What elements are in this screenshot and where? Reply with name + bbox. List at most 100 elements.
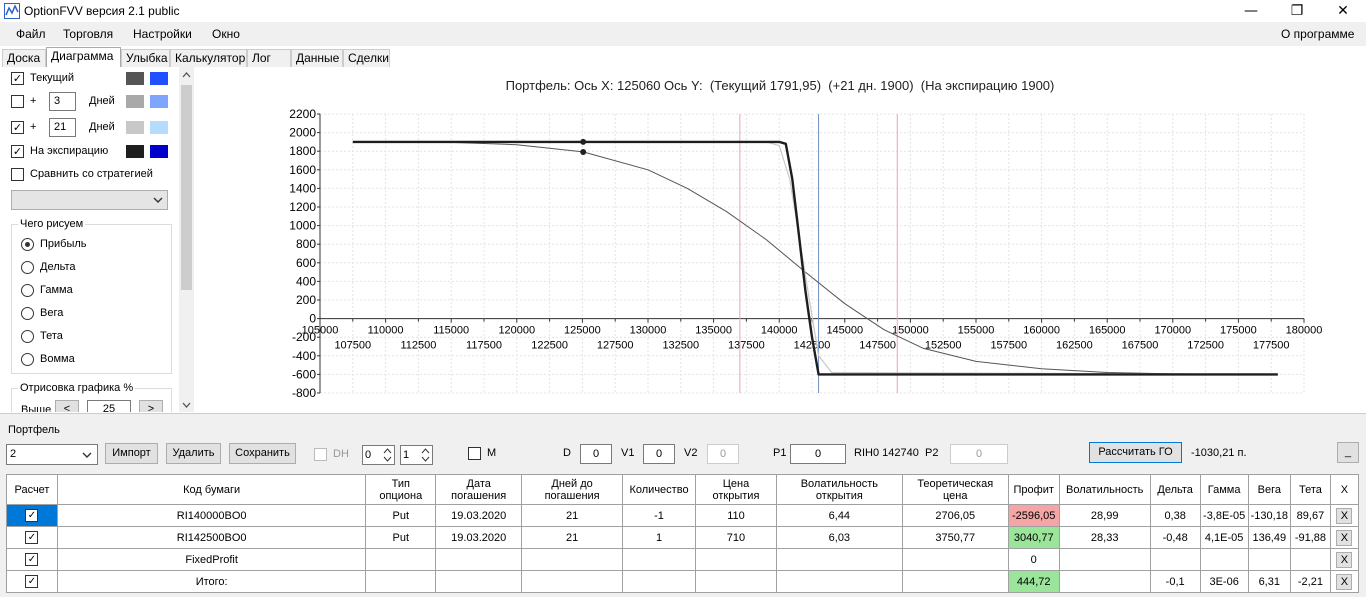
cell-profit[interactable]: 0 [1007,548,1060,571]
d-input[interactable]: 0 [580,444,612,464]
cell-gamma[interactable] [1199,548,1249,571]
tab-calculator[interactable]: Калькулятор [170,49,247,67]
above-input[interactable]: 25 [87,400,131,412]
column-header[interactable]: Количество [622,474,697,505]
cell-vol[interactable]: 28,99 [1058,504,1151,527]
column-header[interactable]: Волатильность [1058,474,1151,505]
days1-input[interactable]: 3 [49,92,76,111]
cell-theo[interactable]: 3750,77 [901,526,1009,549]
cell-qty[interactable] [622,548,697,571]
cell-price[interactable] [695,548,777,571]
tab-data[interactable]: Данные [291,49,343,67]
cell-theo[interactable]: 2706,05 [901,504,1009,527]
scroll-thumb[interactable] [181,85,192,290]
cell-vol[interactable]: 28,33 [1058,526,1151,549]
column-header[interactable]: Дата погашения [435,474,523,505]
cell-vol-open[interactable] [775,548,903,571]
p1-input[interactable]: 0 [790,444,846,464]
calc-checkbox[interactable]: ✓ [25,575,39,588]
current-color-2[interactable] [150,72,168,85]
expiry-color-1[interactable] [126,145,144,158]
calc-checkbox[interactable]: ✓ [25,553,39,566]
remove-row-button[interactable]: X [1336,507,1353,524]
above-decrease-button[interactable]: < [55,400,79,412]
cell-delta[interactable]: -0,48 [1149,526,1201,549]
cell-days[interactable] [521,570,624,593]
cell-code[interactable]: Итого: [56,570,367,593]
cell-theo[interactable] [901,570,1009,593]
column-header[interactable]: X [1329,474,1360,505]
cell-type[interactable]: Put [365,504,437,527]
cell-theta[interactable] [1289,548,1331,571]
table-row[interactable]: ✓ RI140000BO0 Put 19.03.2020 21 -1 110 6,44 2706… [6,504,1360,527]
tab-log[interactable]: Лог [247,49,291,67]
column-header[interactable]: Дельта [1149,474,1201,505]
maximize-button[interactable]: ❐ [1274,0,1320,22]
current-checkbox[interactable]: ✓ [11,72,24,85]
cell-vega[interactable]: -130,18 [1247,504,1291,527]
column-header[interactable]: Расчет [6,474,58,505]
cell-type[interactable] [365,548,437,571]
spin1-arrows-icon[interactable] [382,447,393,463]
v2-input[interactable]: 0 [707,444,739,464]
cell-days[interactable] [521,548,624,571]
column-header[interactable]: Код бумаги [56,474,367,505]
calc-checkbox[interactable]: ✓ [25,531,39,544]
days2-checkbox[interactable]: ✓ [11,121,24,134]
cell-price[interactable] [695,570,777,593]
radio-delta[interactable] [21,261,34,274]
table-row[interactable]: ✓ FixedProfit 0 X [6,548,1360,571]
cell-price[interactable]: 110 [695,504,777,527]
cell-qty[interactable]: 1 [622,526,697,549]
menu-settings[interactable]: Настройки [133,27,192,41]
remove-row-button[interactable]: X [1336,529,1353,546]
cell-date[interactable] [435,548,523,571]
portfolio-selector[interactable]: 2 [6,444,98,465]
cell-theta[interactable]: -91,88 [1289,526,1331,549]
payoff-chart[interactable]: Портфель: Ось X: 125060 Ось Y: (Текущий … [196,67,1366,412]
compare-checkbox[interactable] [11,168,24,181]
cell-delta[interactable] [1149,548,1201,571]
days1-checkbox[interactable] [11,95,24,108]
cell-theo[interactable] [901,548,1009,571]
expiry-color-2[interactable] [150,145,168,158]
strategy-dropdown[interactable] [11,190,168,210]
calc-checkbox[interactable]: ✓ [25,509,39,522]
above-increase-button[interactable]: > [139,400,163,412]
minimize-button[interactable]: — [1228,0,1274,22]
cell-gamma[interactable]: 4,1E-05 [1199,526,1249,549]
cell-vega[interactable]: 136,49 [1247,526,1291,549]
calc-go-button[interactable]: Рассчитать ГО [1089,442,1182,463]
cell-vega[interactable] [1247,548,1291,571]
calc-cell[interactable]: ✓ [6,570,58,593]
calc-cell[interactable]: ✓ [6,548,58,571]
radio-gamma[interactable] [21,284,34,297]
cell-vol[interactable] [1058,548,1151,571]
cell-profit[interactable]: 444,72 [1007,570,1060,593]
dh-checkbox[interactable] [314,448,327,461]
cell-vol-open[interactable]: 6,44 [775,504,903,527]
remove-row-button[interactable]: X [1336,573,1353,590]
spin1-input[interactable]: 0 [362,445,395,465]
days1-color-2[interactable] [150,95,168,108]
cell-qty[interactable]: -1 [622,504,697,527]
cell-type[interactable]: Put [365,526,437,549]
cell-type[interactable] [365,570,437,593]
import-button[interactable]: Импорт [105,443,158,464]
calc-cell[interactable]: ✓ [6,526,58,549]
column-header[interactable]: Цена открытия [695,474,777,505]
cell-vol-open[interactable]: 6,03 [775,526,903,549]
cell-gamma[interactable]: 3E-06 [1199,570,1249,593]
v1-input[interactable]: 0 [643,444,675,464]
cell-code[interactable]: FixedProfit [56,548,367,571]
radio-profit[interactable] [21,238,34,251]
tab-diagram[interactable]: Диаграмма [46,47,121,67]
cell-date[interactable]: 19.03.2020 [435,504,523,527]
scroll-down-icon[interactable] [182,402,191,408]
table-row[interactable]: ✓ Итого: 444,72 -0,1 3E-06 6,31 -2,21 X [6,570,1360,593]
settings-scrollbar[interactable] [179,67,194,412]
cell-days[interactable]: 21 [521,526,624,549]
menu-about[interactable]: О программе [1281,27,1354,41]
cell-date[interactable]: 19.03.2020 [435,526,523,549]
spin2-input[interactable]: 1 [400,445,433,465]
